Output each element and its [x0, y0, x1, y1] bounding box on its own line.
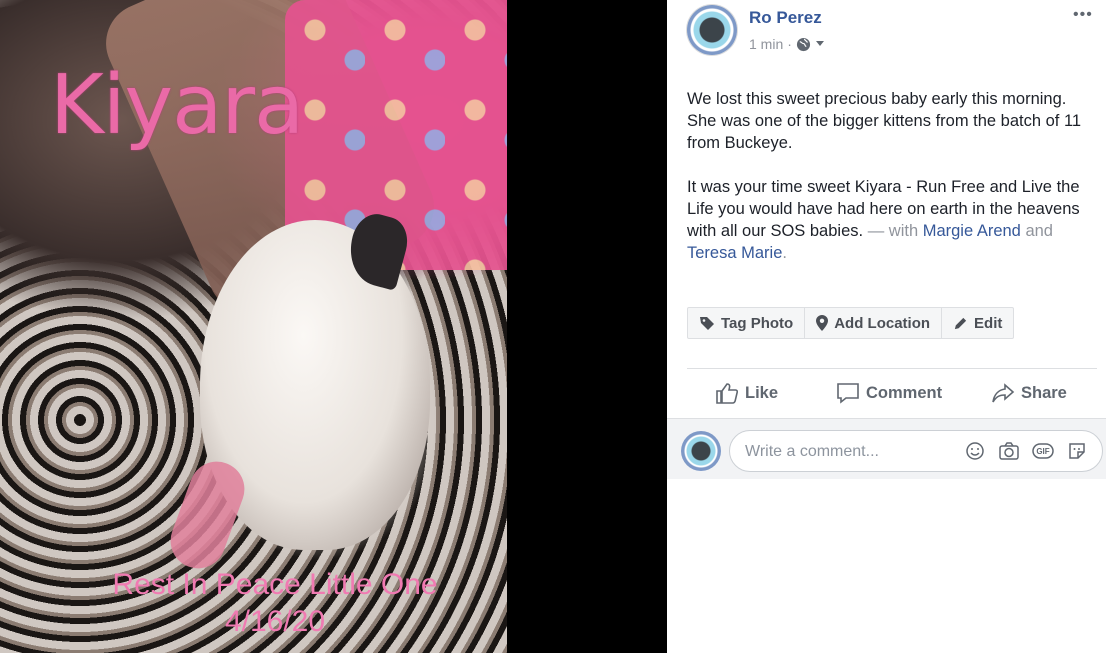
- gif-label: GIF: [1036, 446, 1050, 456]
- author-name[interactable]: Ro Perez: [749, 8, 822, 28]
- share-arrow-icon: [991, 382, 1015, 404]
- pencil-icon: [953, 316, 968, 331]
- photo-viewer: Kiyara Rest In Peace Little One 4/16/20: [0, 0, 667, 653]
- sticker-icon[interactable]: [1066, 441, 1088, 461]
- post-text: We lost this sweet precious baby early t…: [687, 88, 1097, 286]
- author-avatar[interactable]: [687, 5, 737, 55]
- with-text: — with: [867, 222, 919, 240]
- kitten-photo[interactable]: Kiyara Rest In Peace Little One 4/16/20: [0, 0, 507, 653]
- emoji-icon[interactable]: [964, 441, 986, 461]
- comment-bubble-icon: [836, 382, 860, 404]
- gif-icon[interactable]: GIF: [1032, 441, 1054, 461]
- location-pin-icon: [816, 315, 829, 331]
- globe-icon[interactable]: [796, 37, 811, 52]
- meta-separator: ·: [787, 36, 792, 52]
- photo-overlay-name: Kiyara: [50, 58, 304, 153]
- commenter-avatar: [681, 431, 721, 471]
- divider-top: [687, 368, 1097, 369]
- photo-actions: Tag Photo Add Location Edit: [687, 307, 1015, 339]
- post-meta: 1 min ·: [749, 36, 825, 52]
- tag-photo-button[interactable]: Tag Photo: [688, 308, 806, 338]
- tagged-user-1[interactable]: Margie Arend: [923, 222, 1021, 240]
- chevron-down-icon[interactable]: [815, 40, 825, 48]
- like-label: Like: [745, 383, 779, 402]
- post-paragraph-2: It was your time sweet Kiyara - Run Free…: [687, 176, 1097, 264]
- share-button[interactable]: Share: [991, 382, 1067, 404]
- like-button[interactable]: Like: [715, 382, 778, 404]
- tagged-user-2[interactable]: Teresa Marie: [687, 244, 782, 262]
- camera-icon[interactable]: [998, 441, 1020, 461]
- edit-button[interactable]: Edit: [942, 308, 1013, 338]
- tag-icon: [699, 315, 715, 331]
- comment-label: Comment: [866, 383, 943, 402]
- photo-overlay-date: 4/16/20: [224, 605, 326, 638]
- end-text: .: [782, 244, 787, 262]
- photo-overlay-rip: Rest In Peace Little One: [112, 568, 438, 601]
- and-text: and: [1025, 222, 1053, 240]
- comment-input[interactable]: Write a comment... GIF: [729, 430, 1103, 472]
- post-time[interactable]: 1 min: [749, 36, 783, 52]
- edit-label: Edit: [974, 314, 1003, 332]
- comment-tools: GIF: [964, 441, 1088, 461]
- comment-placeholder: Write a comment...: [745, 443, 879, 460]
- thumbs-up-icon: [715, 382, 739, 404]
- add-location-label: Add Location: [834, 314, 931, 332]
- more-options-icon[interactable]: •••: [1073, 6, 1093, 24]
- add-location-button[interactable]: Add Location: [805, 308, 943, 338]
- post-paragraph-1: We lost this sweet precious baby early t…: [687, 90, 1082, 152]
- comment-button[interactable]: Comment: [836, 382, 942, 404]
- tag-photo-label: Tag Photo: [721, 314, 794, 332]
- share-label: Share: [1021, 383, 1067, 402]
